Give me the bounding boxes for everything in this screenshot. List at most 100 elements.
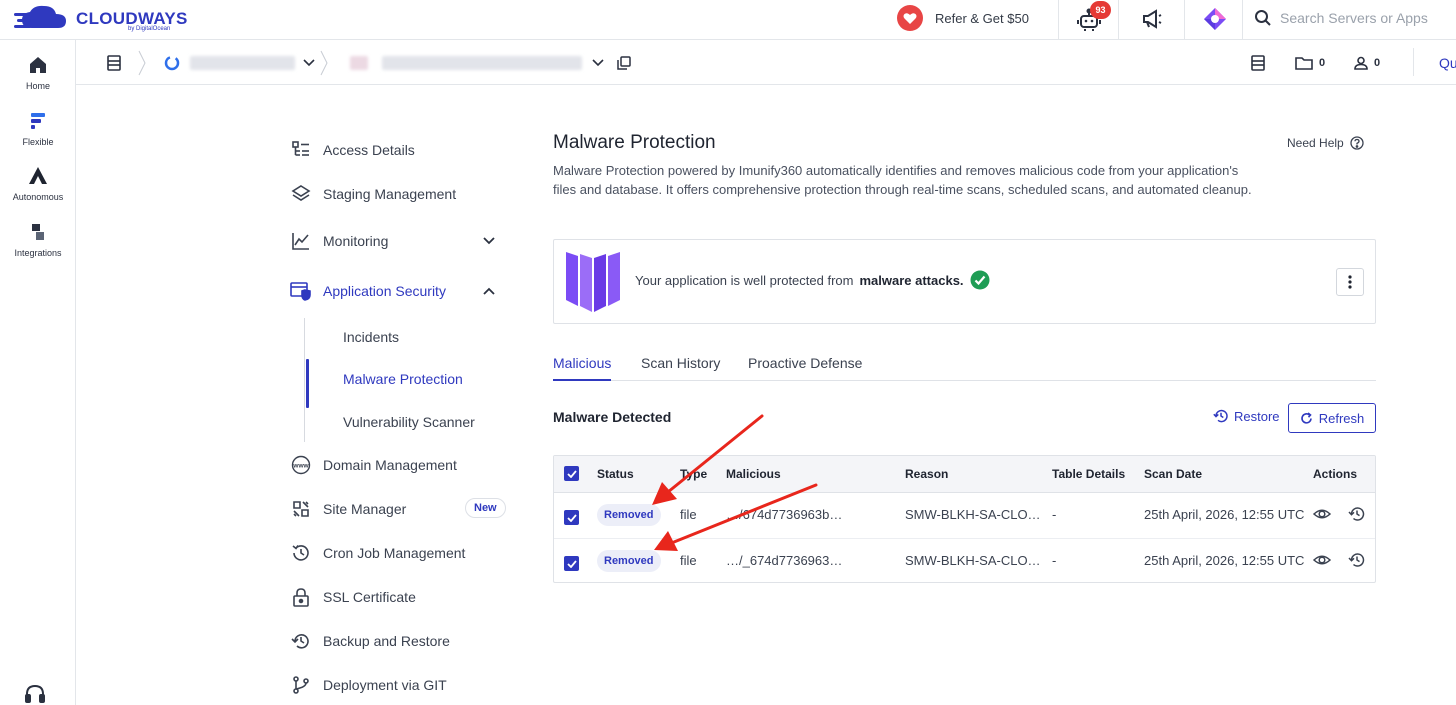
cloudways-logo[interactable]: CLOUDWAYS by DigitalOcean [14,2,194,36]
nav-label: Staging Management [323,186,457,202]
more-options-button[interactable] [1336,268,1364,296]
server-selector[interactable] [164,40,315,85]
rail-item-home[interactable]: Home [0,55,76,91]
cell-malicious[interactable]: …/_674d7736963… [726,553,842,568]
nav-malware-protection[interactable]: Malware Protection [343,367,463,391]
row-checkbox[interactable] [564,510,579,525]
breadcrumb-separator [320,40,328,85]
column-header-actions: Actions [1313,467,1358,481]
view-eye-icon[interactable] [1313,551,1331,569]
column-header-table-details[interactable]: Table Details [1052,467,1125,481]
nav-monitoring[interactable]: Monitoring [290,228,496,254]
nav-deployment-via-git[interactable]: Deployment via GIT [290,672,447,698]
nav-label: Access Details [323,142,415,158]
status-prefix: Your application is well protected from [635,272,854,288]
nav-access-details[interactable]: Access Details [290,137,415,163]
restore-row-icon[interactable] [1348,551,1366,569]
check-icon [566,513,577,522]
tab-malicious[interactable]: Malicious [553,355,612,381]
rail-label: Flexible [22,137,54,147]
divider [1413,48,1414,76]
cell-reason: SMW-BLKH-SA-CLO… [905,553,1041,568]
table-header: Status Type Malicious Reason Table Detai… [554,456,1375,493]
view-eye-icon[interactable] [1313,505,1331,523]
rail-item-flexible[interactable]: Flexible [0,111,76,147]
nav-site-manager[interactable]: Site Manager [290,496,406,522]
www-icon: www [290,454,312,476]
nav-vulnerability-scanner[interactable]: Vulnerability Scanner [343,410,475,434]
check-circle-icon [970,270,990,290]
cell-malicious[interactable]: …/674d7736963b… [726,507,842,522]
svg-text:www: www [292,463,309,470]
ai-assistant-icon[interactable] [1202,6,1228,32]
refresh-label: Refresh [1318,410,1365,426]
nav-application-security[interactable]: Application Security [290,278,496,304]
divider [1118,0,1119,40]
folder-count-value: 0 [1319,56,1326,69]
nav-label: Domain Management [323,457,457,473]
status-badge: Removed [597,550,661,572]
page-description: Malware Protection powered by Imunify360… [553,163,1252,197]
malware-table: Status Type Malicious Reason Table Detai… [553,455,1376,583]
breadcrumb-separator [138,40,146,85]
nav-cron-job-management[interactable]: Cron Job Management [290,540,465,566]
application-selector[interactable] [350,40,632,85]
restore-row-icon[interactable] [1348,505,1366,523]
restore-button[interactable]: Restore [1213,408,1280,424]
rail-item-autonomous[interactable]: Autonomous [0,166,76,202]
user-count[interactable]: 0 [1354,40,1380,85]
column-header-scan-date[interactable]: Scan Date [1144,467,1202,481]
quick-action-cut[interactable]: Qu [1439,40,1456,85]
top-bar: CLOUDWAYS by DigitalOcean Refer & Get $5… [0,0,1456,40]
chart-icon [290,230,312,252]
tab-scan-history[interactable]: Scan History [641,355,720,381]
refresh-button[interactable]: Refresh [1288,403,1376,433]
app-logo-redacted [350,55,368,70]
column-header-reason[interactable]: Reason [905,467,948,481]
kebab-icon [1348,275,1352,289]
site-manager-icon [290,498,312,520]
table-row: Removed file …/674d7736963b… SMW-BLKH-SA… [554,493,1375,538]
new-badge: New [465,498,506,518]
folder-count[interactable]: 0 [1295,40,1325,85]
nav-domain-management[interactable]: www Domain Management [290,452,457,478]
nav-ssl-certificate[interactable]: SSL Certificate [290,584,416,610]
check-icon [566,469,577,478]
git-branch-icon [290,674,312,696]
autonomous-icon [29,167,47,184]
search-bar[interactable]: Search Servers or Apps [1254,6,1428,30]
imunify-shield-icon [566,252,620,312]
tab-proactive-defense[interactable]: Proactive Defense [748,355,862,381]
need-help-link[interactable]: Need Help [1287,136,1364,150]
home-icon [30,57,46,73]
nav-backup-and-restore[interactable]: Backup and Restore [290,628,450,654]
nav-label: Backup and Restore [323,633,450,649]
column-header-type[interactable]: Type [680,467,707,481]
cell-scan-date: 25th April, 2026, 12:55 UTC [1144,507,1305,522]
nav-incidents[interactable]: Incidents [343,325,399,349]
nav-staging-management[interactable]: Staging Management [290,181,456,207]
app-list-icon[interactable] [1251,40,1265,85]
flexible-icon [31,113,45,129]
column-header-malicious[interactable]: Malicious [726,467,781,481]
cell-type: file [680,553,697,568]
help-circle-icon [1350,136,1364,150]
server-list-icon[interactable] [106,40,122,85]
need-help-label: Need Help [1287,136,1344,150]
server-name-redacted [190,55,295,70]
select-all-checkbox[interactable] [564,466,579,481]
rail-item-integrations[interactable]: Integrations [0,222,76,258]
protection-status-card: Your application is well protected from … [553,239,1376,324]
chevron-down-icon [483,237,495,245]
nav-label: Application Security [323,283,446,299]
refresh-icon [1300,411,1312,424]
refer-button[interactable]: Refer & Get $50 [897,4,1029,32]
column-header-status[interactable]: Status [597,467,634,481]
megaphone-icon[interactable] [1140,7,1164,31]
lock-icon [290,586,312,608]
row-checkbox[interactable] [564,556,579,571]
rail-label: Home [25,81,50,91]
history-icon [290,542,312,564]
support-headset-icon[interactable] [24,683,46,705]
brand-sub: by DigitalOcean [128,26,171,32]
